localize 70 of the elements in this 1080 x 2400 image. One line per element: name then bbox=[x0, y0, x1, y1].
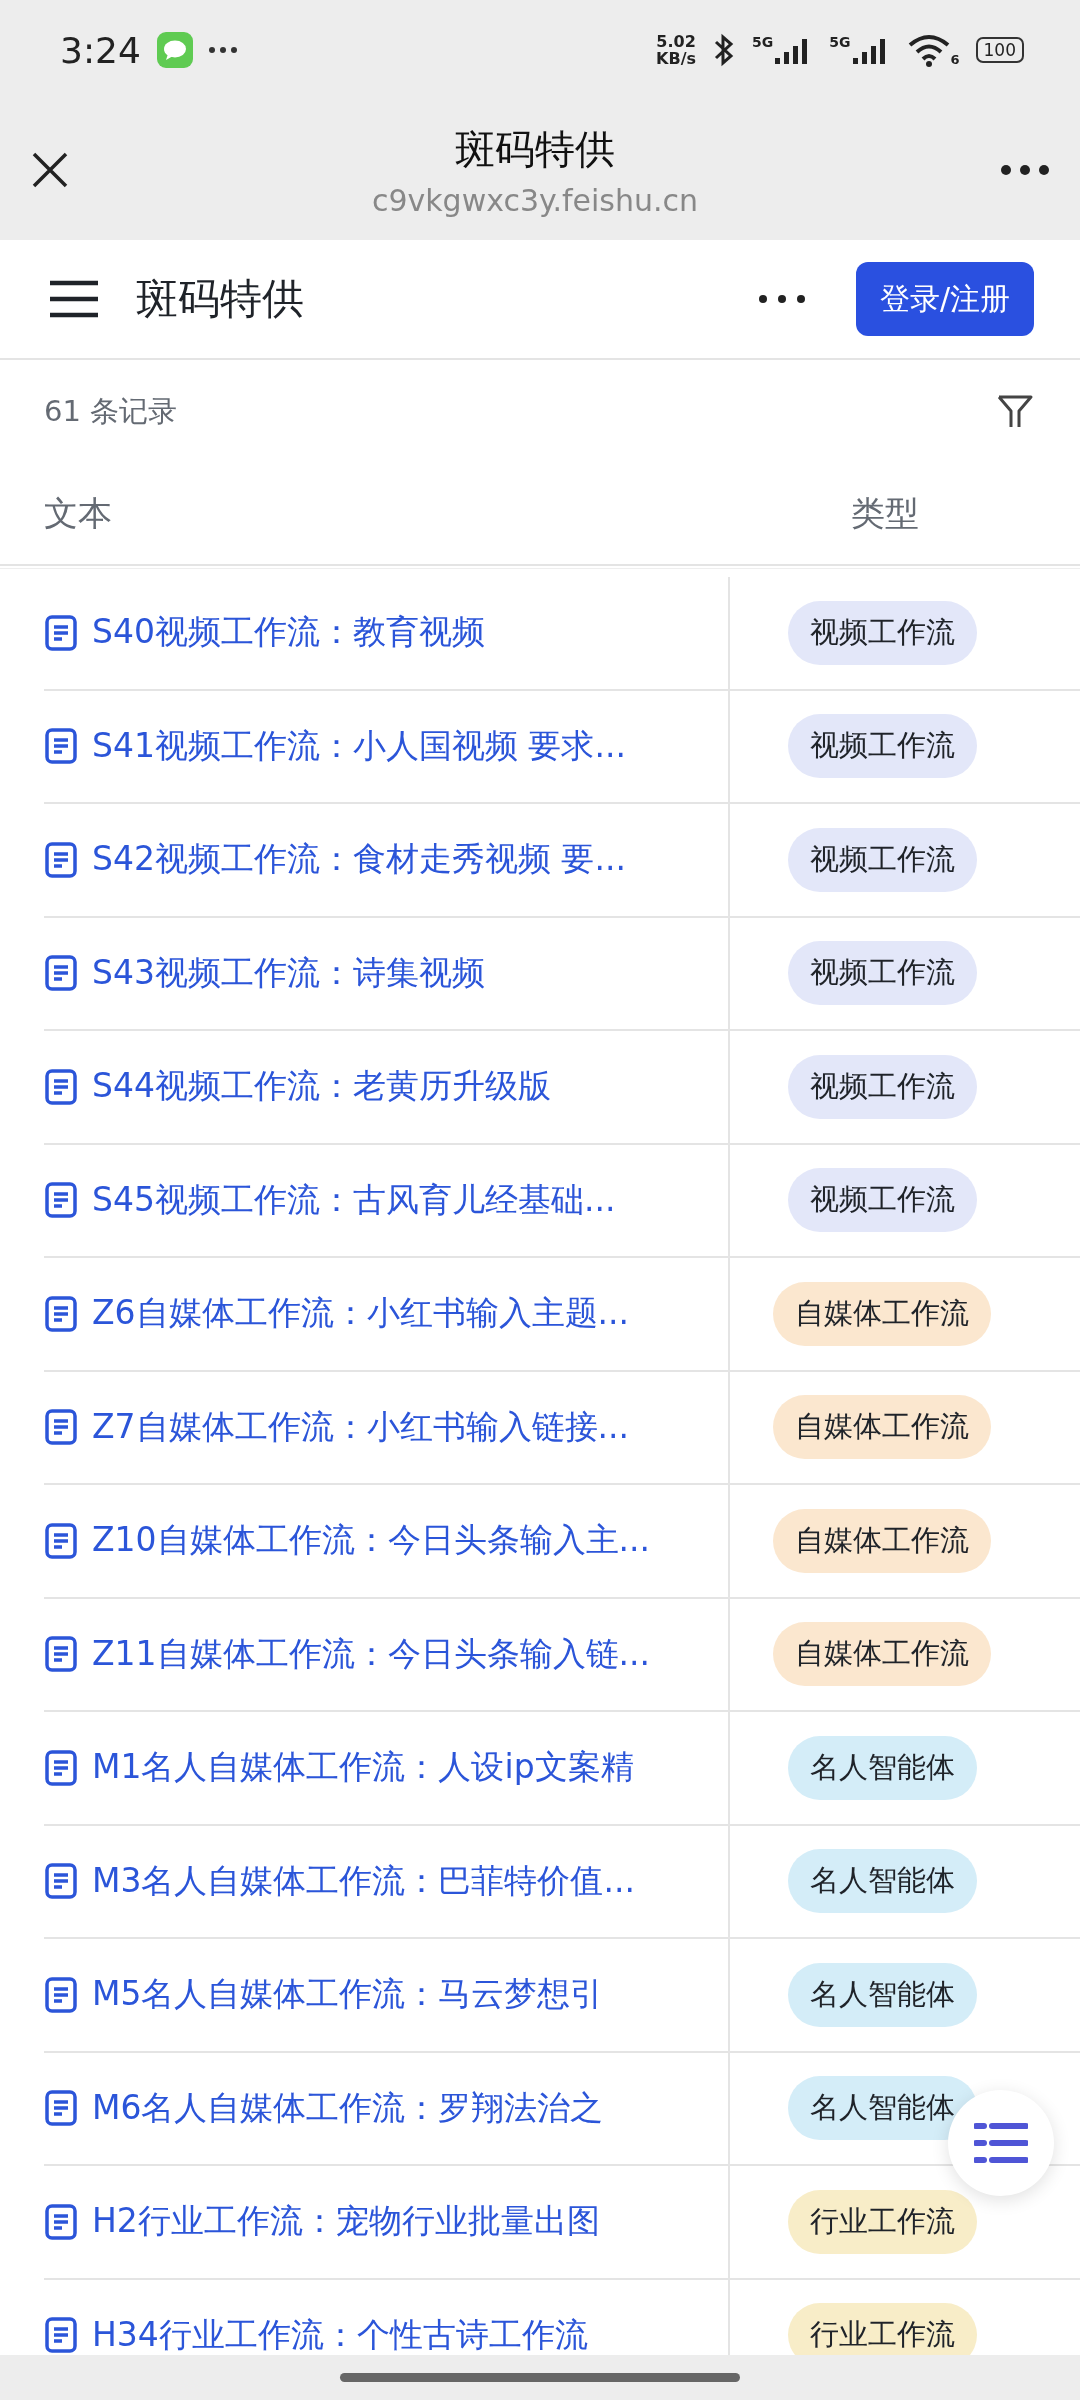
record-count: 61 条记录 bbox=[44, 393, 178, 430]
document-icon bbox=[44, 2202, 78, 2241]
document-icon bbox=[44, 840, 78, 879]
type-tag: 名人智能体 bbox=[787, 2076, 977, 2141]
record-link[interactable]: Z6自媒体工作流：小红书输入主题... bbox=[92, 1291, 630, 1337]
document-icon bbox=[44, 2316, 78, 2355]
wifi-icon bbox=[906, 33, 951, 67]
record-link[interactable]: Z7自媒体工作流：小红书输入链接... bbox=[92, 1404, 630, 1450]
type-tag: 自媒体工作流 bbox=[773, 1281, 991, 1346]
speed-unit: KB/s bbox=[656, 50, 697, 67]
type-tag: 名人智能体 bbox=[787, 1962, 977, 2027]
record-link[interactable]: S41视频工作流：小人国视频 要求... bbox=[92, 723, 626, 769]
document-icon bbox=[44, 1521, 78, 1560]
more-notifications-icon bbox=[208, 47, 237, 53]
more-icon[interactable] bbox=[1000, 164, 1050, 176]
document-icon bbox=[44, 727, 78, 766]
record-link[interactable]: H34行业工作流：个性古诗工作流 bbox=[92, 2312, 588, 2355]
document-icon bbox=[44, 1862, 78, 1901]
record-link[interactable]: S45视频工作流：古风育儿经基础... bbox=[92, 1177, 616, 1223]
column-header: 文本 bbox=[43, 492, 113, 535]
page-title: 斑码特供 bbox=[455, 125, 615, 174]
more-icon[interactable] bbox=[757, 294, 806, 304]
network-label: 5G bbox=[752, 34, 774, 50]
message-app-icon bbox=[156, 32, 193, 68]
type-tag: 视频工作流 bbox=[787, 941, 977, 1006]
document-icon bbox=[44, 1748, 78, 1787]
network-speed: 5.02 bbox=[656, 33, 696, 50]
record-link[interactable]: M3名人自媒体工作流：巴菲特价值... bbox=[92, 1858, 635, 1904]
type-tag: 自媒体工作流 bbox=[773, 1622, 991, 1687]
type-tag: 行业工作流 bbox=[787, 2189, 977, 2254]
battery-indicator: 100 bbox=[975, 37, 1024, 63]
document-icon bbox=[44, 1635, 78, 1674]
record-link[interactable]: S43视频工作流：诗集视频 bbox=[92, 950, 485, 996]
status-time: 3:24 bbox=[60, 29, 141, 71]
type-tag: 名人智能体 bbox=[787, 1735, 977, 1800]
document-icon bbox=[44, 1294, 78, 1333]
type-tag: 自媒体工作流 bbox=[773, 1395, 991, 1460]
menu-icon[interactable] bbox=[50, 279, 98, 319]
record-link[interactable]: Z11自媒体工作流：今日头条输入链... bbox=[92, 1631, 651, 1677]
type-tag: 视频工作流 bbox=[787, 827, 977, 892]
list-icon bbox=[974, 2121, 1028, 2165]
type-tag: 视频工作流 bbox=[787, 1168, 977, 1233]
type-tag: 行业工作流 bbox=[787, 2303, 977, 2355]
record-link[interactable]: S42视频工作流：食材走秀视频 要... bbox=[92, 837, 626, 883]
record-link[interactable]: S44视频工作流：老黄历升级版 bbox=[92, 1064, 551, 1110]
record-link[interactable]: M6名人自媒体工作流：罗翔法治之 bbox=[92, 2085, 604, 2131]
record-link[interactable]: H2行业工作流：宠物行业批量出图 bbox=[92, 2199, 600, 2245]
type-tag: 名人智能体 bbox=[787, 1849, 977, 1914]
document-icon bbox=[44, 954, 78, 993]
record-link[interactable]: S40视频工作流：教育视频 bbox=[92, 610, 485, 656]
network-label: 5G bbox=[829, 34, 851, 50]
record-link[interactable]: Z10自媒体工作流：今日头条输入主... bbox=[92, 1518, 651, 1564]
record-link[interactable]: M5名人自媒体工作流：马云梦想引 bbox=[92, 1972, 604, 2018]
document-icon bbox=[44, 2089, 78, 2128]
document-icon bbox=[44, 613, 78, 652]
app-title: 斑码特供 bbox=[136, 273, 305, 325]
page-url: c9vkgwxc3y.feishu.cn bbox=[371, 183, 699, 218]
document-icon bbox=[44, 1067, 78, 1106]
close-icon[interactable] bbox=[30, 150, 70, 190]
record-link[interactable]: M1名人自媒体工作流：人设ip文案精 bbox=[92, 1745, 634, 1791]
wifi-version: 6 bbox=[950, 52, 960, 67]
type-tag: 自媒体工作流 bbox=[773, 1508, 991, 1573]
type-tag: 视频工作流 bbox=[787, 1054, 977, 1119]
login-button[interactable]: 登录/注册 bbox=[855, 262, 1034, 336]
column-header: 类型 bbox=[850, 492, 920, 535]
document-icon bbox=[44, 1181, 78, 1220]
type-tag: 视频工作流 bbox=[787, 600, 977, 665]
document-icon bbox=[44, 1975, 78, 2014]
document-icon bbox=[44, 1408, 78, 1447]
type-tag: 视频工作流 bbox=[787, 714, 977, 779]
